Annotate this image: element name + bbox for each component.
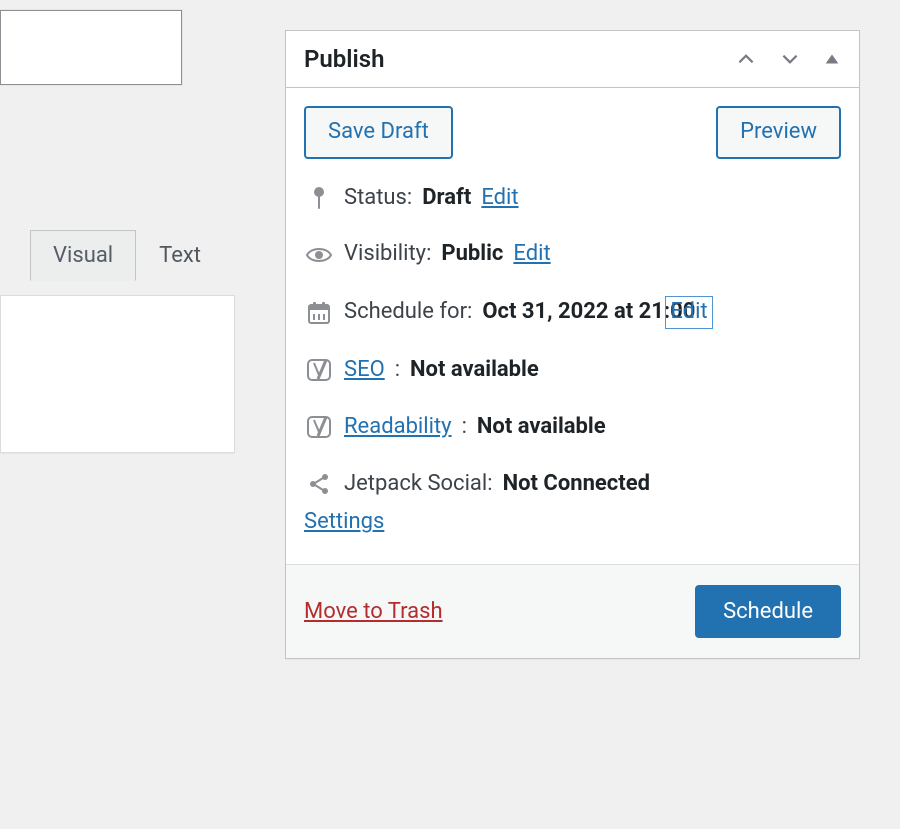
share-icon <box>304 472 334 496</box>
visibility-label: Visibility: <box>344 239 431 270</box>
seo-value: Not available <box>410 355 539 386</box>
seo-link[interactable]: SEO <box>344 355 385 386</box>
status-row: Status: Draft Edit <box>304 183 841 214</box>
title-input[interactable] <box>0 10 182 85</box>
status-value: Draft <box>422 183 471 214</box>
toggle-panel-icon[interactable] <box>823 50 841 68</box>
schedule-label: Schedule for: <box>344 297 472 328</box>
status-label: Status: <box>344 183 412 214</box>
preview-label: Preview <box>740 119 817 144</box>
schedule-button[interactable]: Schedule <box>695 585 841 638</box>
social-value: Not Connected <box>503 469 650 500</box>
editor-body[interactable] <box>0 295 235 453</box>
tab-text-label: Text <box>159 243 201 268</box>
seo-row: SEO: Not available <box>304 355 841 386</box>
yoast-icon <box>304 414 334 440</box>
schedule-value: Oct 31, 2022 at 21:00 <box>482 297 695 328</box>
move-up-icon[interactable] <box>735 48 757 70</box>
metabox-header-controls <box>735 48 841 70</box>
social-row: Jetpack Social: Not Connected Settings <box>304 469 841 539</box>
tab-text[interactable]: Text <box>136 230 224 281</box>
calendar-icon <box>304 301 334 325</box>
tab-visual[interactable]: Visual <box>30 230 136 281</box>
eye-icon <box>304 245 334 265</box>
readability-sep: : <box>462 412 467 443</box>
save-draft-button[interactable]: Save Draft <box>304 106 453 159</box>
tab-visual-label: Visual <box>53 243 113 268</box>
preview-button[interactable]: Preview <box>716 106 841 159</box>
metabox-footer: Move to Trash Schedule <box>286 564 859 658</box>
publish-metabox: Publish Save Draft Preview <box>285 30 860 659</box>
readability-value: Not available <box>477 412 606 443</box>
move-to-trash-link[interactable]: Move to Trash <box>304 599 443 624</box>
readability-row: Readability: Not available <box>304 412 841 443</box>
social-label: Jetpack Social: <box>344 469 493 500</box>
move-down-icon[interactable] <box>779 48 801 70</box>
metabox-top-actions: Save Draft Preview <box>304 106 841 159</box>
editor-tabs: Visual Text <box>30 230 224 281</box>
seo-sep: : <box>395 355 400 386</box>
metabox-header: Publish <box>286 31 859 88</box>
schedule-button-label: Schedule <box>723 599 813 624</box>
visibility-row: Visibility: Public Edit <box>304 239 841 270</box>
schedule-edit-link[interactable]: Edit <box>665 296 712 329</box>
visibility-edit-link[interactable]: Edit <box>513 239 550 270</box>
yoast-icon <box>304 357 334 383</box>
save-draft-label: Save Draft <box>328 119 429 144</box>
status-edit-link[interactable]: Edit <box>481 183 518 214</box>
social-settings-link[interactable]: Settings <box>304 507 841 538</box>
metabox-body: Save Draft Preview Status: Draft Edit Vi… <box>286 88 859 564</box>
metabox-title: Publish <box>304 45 385 73</box>
schedule-row: Schedule for: Oct 31, 2022 at 21:00 Edit <box>304 296 841 329</box>
readability-link[interactable]: Readability <box>344 412 452 443</box>
visibility-value: Public <box>441 239 503 270</box>
pin-icon <box>304 185 334 211</box>
